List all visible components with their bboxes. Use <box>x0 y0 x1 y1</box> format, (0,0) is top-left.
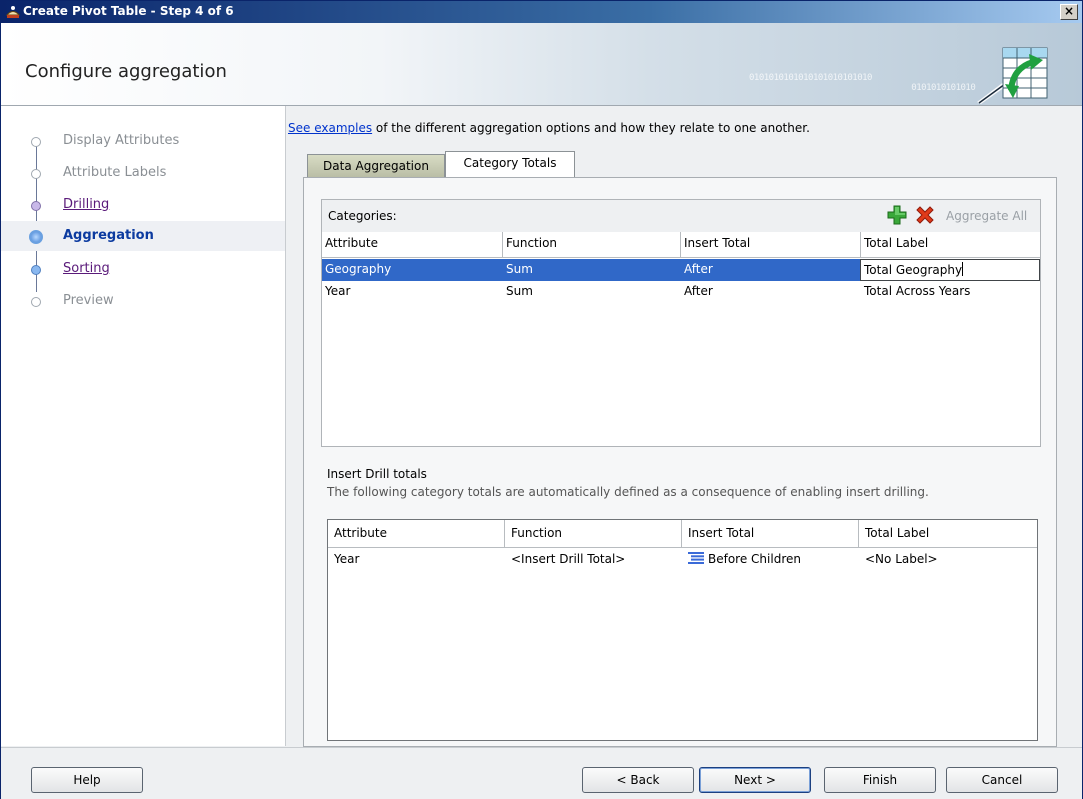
window-title: Create Pivot Table - Step 4 of 6 <box>23 4 234 18</box>
cell-attribute[interactable]: Geography <box>322 259 503 281</box>
step-display-attributes: Display Attributes <box>1 126 285 156</box>
column-header: Insert Total <box>682 520 859 548</box>
next-label: Next > <box>734 773 776 787</box>
help-label: Help <box>73 773 101 787</box>
step-dot <box>31 297 41 307</box>
categories-table: Categories: Aggregate All Attribute Func… <box>321 199 1041 447</box>
step-dot <box>31 201 41 211</box>
next-button[interactable]: Next > <box>699 767 811 793</box>
help-button[interactable]: Help <box>31 767 143 793</box>
step-label: Sorting <box>63 261 110 276</box>
dialog-window: Create Pivot Table - Step 4 of 6 × Confi… <box>0 0 1083 799</box>
step-label: Display Attributes <box>63 133 180 148</box>
step-label: Aggregation <box>63 228 154 243</box>
step-attribute-labels: Attribute Labels <box>1 158 285 188</box>
title-bar: Create Pivot Table - Step 4 of 6 × <box>1 1 1082 23</box>
drill-totals-table: Attribute Function Insert Total Total La… <box>327 519 1038 741</box>
aggregate-all-button[interactable]: Aggregate All <box>946 209 1027 223</box>
finish-button[interactable]: Finish <box>824 767 936 793</box>
finish-label: Finish <box>862 773 898 787</box>
cell-insert-total[interactable]: After <box>681 259 861 281</box>
drill-totals-description: The following category totals are automa… <box>327 485 929 499</box>
page-title: Configure aggregation <box>25 61 227 82</box>
step-sorting[interactable]: Sorting <box>1 254 285 284</box>
cell-function[interactable]: Sum <box>503 259 681 281</box>
step-dot <box>31 169 41 179</box>
step-preview: Preview <box>1 286 285 316</box>
drill-totals-title: Insert Drill totals <box>327 467 427 481</box>
cell-total-label: <No Label> <box>865 552 938 566</box>
app-icon <box>5 6 21 18</box>
wizard-header: Configure aggregation 010101010101010101… <box>1 23 1082 106</box>
cell-attribute: Year <box>334 552 360 566</box>
column-header[interactable]: Function <box>503 232 681 258</box>
insert-total-value: Before Children <box>708 552 801 566</box>
cancel-button[interactable]: Cancel <box>946 767 1058 793</box>
intro-text: See examples of the different aggregatio… <box>288 121 810 135</box>
tab-data-aggregation[interactable]: Data Aggregation <box>307 154 445 178</box>
column-header: Attribute <box>328 520 505 548</box>
column-header[interactable]: Insert Total <box>681 232 861 258</box>
step-label: Preview <box>63 293 114 308</box>
step-dot <box>31 137 41 147</box>
tab-category-totals[interactable]: Category Totals <box>445 151 575 178</box>
step-dot <box>29 230 43 244</box>
cell-function: <Insert Drill Total> <box>511 552 626 566</box>
add-icon[interactable] <box>886 204 908 226</box>
step-drilling[interactable]: Drilling <box>1 190 285 220</box>
step-label: Drilling <box>63 197 110 212</box>
cancel-label: Cancel <box>981 773 1023 787</box>
column-header: Total Label <box>859 520 1037 548</box>
total-label-value: Total Geography <box>864 263 963 277</box>
steps-sidebar: Display Attributes Attribute Labels Dril… <box>1 106 286 746</box>
close-button[interactable]: × <box>1060 4 1078 20</box>
list-indent-icon <box>688 552 704 564</box>
delete-icon[interactable] <box>914 204 936 226</box>
column-header[interactable]: Attribute <box>322 232 503 258</box>
cell-insert-total[interactable]: After <box>681 281 861 303</box>
back-button[interactable]: < Back <box>582 767 694 793</box>
categories-toolbar: Categories: Aggregate All <box>322 200 1040 233</box>
see-examples-link[interactable]: See examples <box>288 121 372 135</box>
step-label: Attribute Labels <box>63 165 167 180</box>
pivot-table-icon <box>977 47 1048 104</box>
text-caret <box>962 262 964 276</box>
intro-description: of the different aggregation options and… <box>372 121 810 135</box>
cell-function[interactable]: Sum <box>503 281 681 303</box>
binary-decoration: 0101010101010101010101010 0101010101010 <box>749 73 976 93</box>
back-label: < Back <box>616 773 660 787</box>
step-aggregation: Aggregation <box>1 221 285 251</box>
cell-insert-total: Before Children <box>682 548 859 570</box>
cell-total-label[interactable]: Total Across Years <box>861 281 1040 303</box>
column-header: Function <box>505 520 682 548</box>
step-dot <box>31 265 41 275</box>
column-header[interactable]: Total Label <box>861 232 1040 258</box>
categories-label: Categories: <box>328 209 397 223</box>
total-label-editor[interactable]: Total Geography <box>860 259 1040 281</box>
cell-attribute[interactable]: Year <box>322 281 503 303</box>
